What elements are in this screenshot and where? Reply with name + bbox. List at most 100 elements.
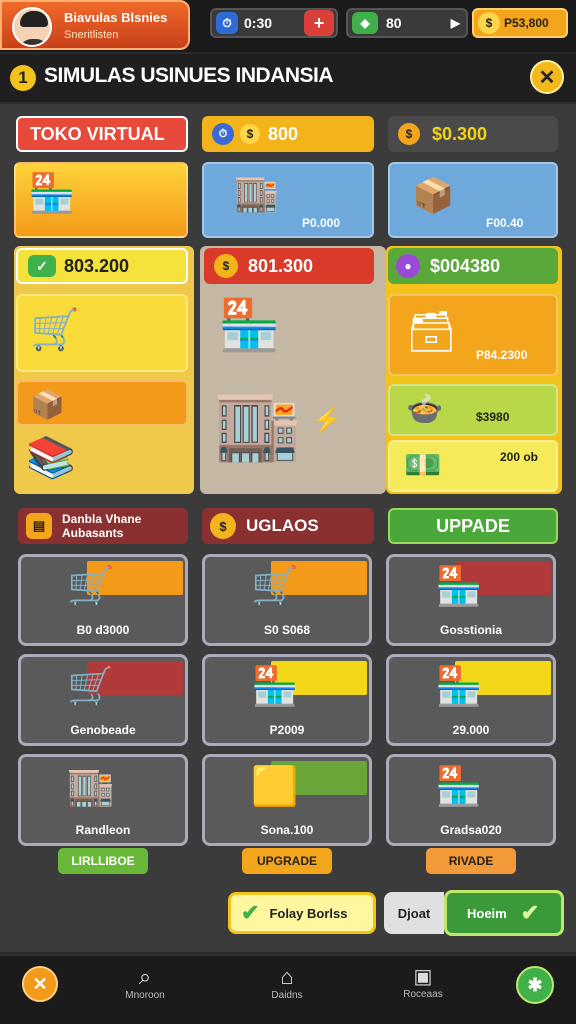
player-name: Biavulas Blsnies bbox=[64, 10, 168, 25]
nav-item-search[interactable]: ⌕ Mnoroon bbox=[110, 964, 180, 1001]
section-header-left: ▤ Danbla Vhane Aubasants bbox=[18, 508, 188, 544]
value-c: $004380 bbox=[430, 255, 501, 276]
clock-icon: ⏱ bbox=[216, 12, 238, 34]
cash-value: P53,800 bbox=[504, 16, 549, 30]
check-icon: ✔ bbox=[520, 900, 540, 925]
upgrade-slot[interactable]: 🏪 Gosstionia bbox=[386, 554, 556, 646]
section-header-mid: $ UGLAOS bbox=[202, 508, 374, 544]
section-header-right[interactable]: UPPADE bbox=[388, 508, 558, 544]
item-tray[interactable]: 🍲 $3980 bbox=[388, 384, 558, 436]
toko-virtual-header: TOKO VIRTUAL bbox=[16, 116, 188, 152]
timer-value: 0:30 bbox=[244, 15, 273, 31]
coin-icon: $ bbox=[398, 123, 420, 145]
check-icon: ✔ bbox=[241, 900, 260, 925]
quiet-button[interactable]: Djoat bbox=[384, 892, 444, 934]
money-header-1: ⏱ $ 800 bbox=[202, 116, 374, 152]
books-icon: 📚 bbox=[26, 436, 76, 480]
upgrade-slot[interactable]: 🛒 S0 S068 bbox=[202, 554, 372, 646]
money-header-2: $ $0.300 bbox=[388, 116, 558, 152]
player-avatar bbox=[12, 7, 52, 47]
slot-label: B0 d3000 bbox=[76, 623, 130, 637]
add-time-button[interactable]: + bbox=[304, 10, 334, 36]
section-left-label: Danbla Vhane Aubasants bbox=[62, 512, 142, 540]
cash-stack-icon: 💵 bbox=[404, 449, 442, 482]
value-b: 801.300 bbox=[248, 255, 314, 276]
slot-label: Gosstionia bbox=[439, 623, 502, 637]
shield-coin-icon: $ bbox=[210, 513, 236, 539]
value-header-a: ✓ 803.200 bbox=[16, 248, 188, 284]
upgrade-slot[interactable]: 🏪 29.000 bbox=[386, 654, 556, 746]
item-shelves[interactable]: 🛒 bbox=[16, 294, 188, 372]
slot-label: Gradsa020 bbox=[440, 823, 502, 837]
slot-label: Sona.100 bbox=[260, 823, 314, 837]
upgrade-slot[interactable]: 🛒 Genobeade bbox=[18, 654, 188, 746]
cash-box-icon: 📦 bbox=[412, 177, 455, 215]
build-button[interactable]: LIRLLIBOE bbox=[58, 848, 148, 874]
nav-item-home[interactable]: ⌂ Daidns bbox=[252, 964, 322, 1001]
settings-gear-button[interactable]: ✱ bbox=[516, 966, 554, 1004]
coin-icon: $ bbox=[478, 12, 500, 34]
crate-icon: 📦 bbox=[30, 389, 65, 420]
value-a: 803.200 bbox=[64, 255, 130, 276]
shop-stall-icon: 🏪 bbox=[218, 297, 281, 353]
nav-label-resources: Roceaas bbox=[403, 989, 443, 1000]
slot-item-icon: 🏪 bbox=[435, 766, 483, 808]
item-crates[interactable]: 📦 bbox=[16, 380, 188, 426]
upgrade-button[interactable]: UPGRADE bbox=[242, 848, 332, 874]
cash-stack-price: 200 ob bbox=[500, 450, 539, 464]
slot-item-icon: 🏬 bbox=[67, 766, 115, 808]
laptop-store-icon: 🏬 bbox=[214, 385, 302, 463]
search-icon: ⌕ bbox=[138, 964, 152, 989]
shop-shelves-icon: 🏪 bbox=[28, 173, 76, 215]
upgrade-slot[interactable]: 🛒 B0 d3000 bbox=[18, 554, 188, 646]
rivade-button[interactable]: RIVADE bbox=[426, 848, 516, 874]
nav-label-search: Mnoroon bbox=[125, 990, 165, 1001]
spark-icon: ⚡ bbox=[312, 407, 342, 434]
player-profile-card[interactable]: Biavulas Blsnies Sneritlisten bbox=[0, 0, 190, 50]
inbox-icon: ▣ bbox=[413, 966, 433, 988]
close-button[interactable]: ✕ bbox=[530, 60, 564, 94]
gems-value: 80 bbox=[386, 15, 402, 31]
nav-label-home: Daidns bbox=[271, 990, 303, 1001]
final-upgrade-button[interactable]: Hoeim ✔ bbox=[444, 890, 564, 936]
nav-item-resources[interactable]: ▣ Roceaas bbox=[388, 964, 458, 1000]
slot-item-icon: 🛒 bbox=[67, 666, 115, 708]
store-building-icon: 🏬 bbox=[234, 172, 279, 213]
slot-label: Randleon bbox=[75, 823, 131, 837]
display-price: P84.2300 bbox=[476, 348, 528, 362]
slot-item-icon: 🛒 bbox=[251, 566, 299, 608]
upgrade-slot[interactable]: 🏬 Randleon bbox=[18, 754, 188, 846]
money-value-1: 800 bbox=[268, 123, 299, 144]
gem-icon: ◆ bbox=[352, 12, 378, 34]
coin-icon: $ bbox=[214, 254, 238, 278]
close-circle-button[interactable]: ✕ bbox=[22, 966, 58, 1002]
upgrade-slot[interactable]: 🟨 Sona.100 bbox=[202, 754, 372, 846]
upgrade-slot[interactable]: 🏪 Gradsa020 bbox=[386, 754, 556, 846]
shop-card-box[interactable]: 📦 F00.40 bbox=[388, 162, 558, 238]
cash-pill[interactable]: $ P53,800 bbox=[472, 8, 568, 38]
upgrade-slot[interactable]: 🏪 P2009 bbox=[202, 654, 372, 746]
clock-icon: ⏱ bbox=[212, 123, 234, 145]
slot-item-icon: 🏪 bbox=[435, 566, 483, 608]
display-icon: 🗃 bbox=[406, 310, 457, 354]
item-cash-stack[interactable]: 💵 200 ob bbox=[388, 440, 558, 492]
slot-label: Genobeade bbox=[70, 723, 136, 737]
slot-label: 29.000 bbox=[452, 723, 490, 737]
slot-item-icon: 🟨 bbox=[251, 766, 299, 808]
value-header-c: ● $004380 bbox=[388, 248, 558, 284]
confirm-button[interactable]: ✔ Folay Borlss bbox=[228, 892, 376, 934]
chevron-right-icon[interactable]: ▶ bbox=[451, 16, 460, 30]
item-display[interactable]: 🗃 P84.2300 bbox=[388, 294, 558, 376]
slot-item-icon: 🏪 bbox=[251, 666, 299, 708]
info-badge-icon: 1 bbox=[10, 65, 36, 91]
shop-card-store[interactable]: 🏬 P0.000 bbox=[202, 162, 374, 238]
store-price: P0.000 bbox=[302, 216, 341, 230]
shop-card-toko[interactable]: 🏪 bbox=[14, 162, 188, 238]
page-title: SIMULAS USINUES INDANSIA bbox=[44, 64, 334, 87]
home-icon: ⌂ bbox=[280, 964, 294, 989]
slot-item-icon: 🛒 bbox=[67, 566, 115, 608]
tray-price: $3980 bbox=[476, 410, 510, 424]
section-mid-label: UGLAOS bbox=[246, 516, 319, 535]
shelves-icon: 🛒 bbox=[30, 308, 80, 352]
money-bag-icon: ● bbox=[396, 254, 420, 278]
